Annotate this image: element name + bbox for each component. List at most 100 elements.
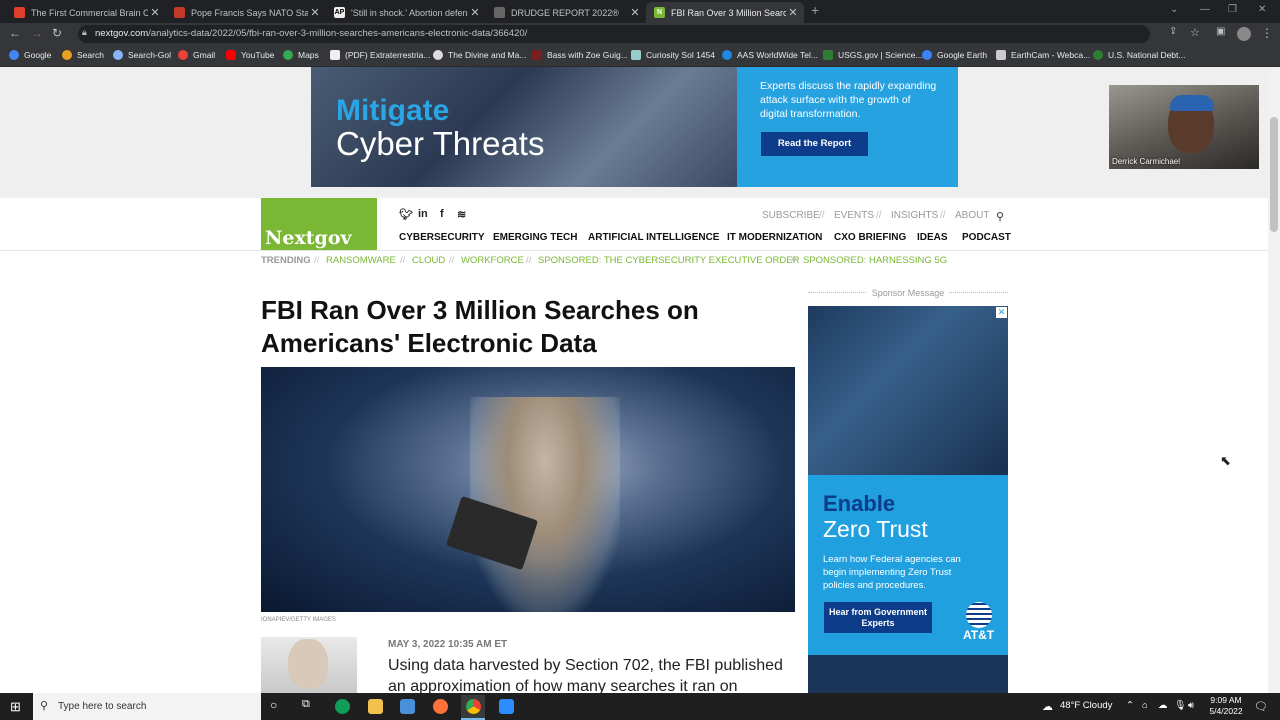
insights-link[interactable]: INSIGHTS [891,210,938,221]
ad-choices-icon[interactable]: ✕ [996,307,1007,318]
weather-text[interactable]: 48°F Cloudy [1060,700,1112,711]
rss-icon[interactable]: ≋ [457,208,466,221]
sponsor-footer [808,655,1008,693]
nav-cybersecurity[interactable]: CYBERSECURITY [399,232,485,243]
share-icon[interactable]: ⇪ [1169,26,1177,37]
google-icon [9,50,19,60]
trending-label: TRENDING [261,255,311,266]
read-report-button[interactable]: Read the Report [761,132,868,156]
bookmark-item[interactable]: Search-Gol [113,50,171,60]
tab-search-icon[interactable]: ⌄ [1170,4,1178,15]
system-clock[interactable]: 9:09 AM 5/4/2022 [1202,695,1250,717]
bookmark-item[interactable]: Bass with Zoe Guig... [532,50,628,60]
bookmark-item[interactable]: Search [62,50,104,60]
zoom-icon[interactable] [499,699,514,714]
search-icon [113,50,123,60]
hero-figure [470,397,620,612]
search-icon [62,50,72,60]
menu-icon[interactable]: ⋮ [1261,26,1273,40]
firefox-icon[interactable] [433,699,448,714]
browser-tab[interactable]: DRUDGE REPORT 2022® ✕ [486,2,646,23]
bookmark-item[interactable]: The Divine and Ma... [433,50,526,60]
nav-cxo-briefing[interactable]: CXO BRIEFING [834,232,906,243]
volume-icon[interactable]: 🔊︎ [1188,700,1194,711]
bookmark-item[interactable]: YouTube [226,50,274,60]
tray-chevron-icon[interactable]: ⌃ [1126,700,1134,711]
restore-icon[interactable]: ❐ [1228,4,1237,15]
lock-icon[interactable]: 🔒︎ [82,27,87,38]
trending-link[interactable]: CLOUD [412,255,445,266]
sponsor-label-text: Sponsor Message [866,288,950,298]
bookmark-item[interactable]: (PDF) Extraterrestria... [330,50,430,60]
nav-artificial-intelligence[interactable]: ARTIFICIAL INTELLIGENCE [588,232,719,243]
trending-link[interactable]: SPONSORED: THE CYBERSECURITY EXECUTIVE O… [538,255,799,266]
file-explorer-icon[interactable] [368,699,383,714]
bookmark-item[interactable]: U.S. National Debt... [1093,50,1185,60]
subscribe-link[interactable]: SUBSCRIBE [762,210,820,221]
bookmark-item[interactable]: Google Earth [922,50,987,60]
bookmark-star-icon[interactable]: ☆ [1190,26,1200,39]
new-tab-button[interactable]: + [811,2,819,18]
bookmark-item[interactable]: Gmail [178,50,215,60]
minimize-icon[interactable]: — [1200,4,1210,15]
trending-link[interactable]: SPONSORED: HARNESSING 5G [803,255,947,266]
bookmark-item[interactable]: AAS WorldWide Tel... [722,50,818,60]
taskbar-search-input[interactable]: Type here to search [33,693,261,720]
reload-icon[interactable]: ↻ [52,26,62,40]
microphone-icon[interactable]: 🎙︎ [1174,700,1186,711]
sponsor-image[interactable] [808,306,1008,475]
sponsor-headline: Enable [823,491,896,516]
onedrive-icon[interactable]: ☁ [1158,700,1168,711]
scrollbar-thumb[interactable] [1270,117,1278,232]
bookmark-item[interactable]: Curiosity Sol 1454 [631,50,715,60]
events-link[interactable]: EVENTS [834,210,874,221]
cortana-icon[interactable]: ○ [270,698,277,712]
bookmark-item[interactable]: USGS.gov | Science... [823,50,922,60]
close-window-icon[interactable]: ✕ [1258,4,1266,15]
edge-icon[interactable] [335,699,350,714]
task-view-icon[interactable]: ⧉ [302,698,310,711]
browser-tab-active[interactable]: NFBI Ran Over 3 Million Searches✕ [646,2,804,23]
side-panel-icon[interactable]: ▣ [1216,26,1225,37]
forward-icon[interactable]: → [31,26,43,40]
windows-start-icon[interactable]: ⊞ [10,699,21,715]
browser-tab[interactable]: The First Commercial Brain Comp✕ [6,2,166,23]
bookmark-item[interactable]: EarthCam - Webca... [996,50,1090,60]
network-icon[interactable]: ⌂ [1142,700,1148,711]
browser-tab[interactable]: Pope Francis Says NATO Started✕ [166,2,326,23]
twitter-icon[interactable]: 🐦︎ [399,208,413,221]
maps-icon [283,50,293,60]
browser-tab[interactable]: AP 'Still in shock.' Abortion defende ✕ [326,2,486,23]
close-tab-icon[interactable]: ✕ [628,6,642,19]
search-icon[interactable]: ⚲ [996,210,1004,223]
linkedin-icon[interactable]: in [418,208,428,220]
site-favicon-icon [494,7,505,18]
facebook-icon[interactable]: f [440,208,444,220]
back-icon[interactable]: ← [9,26,21,40]
url-text[interactable]: nextgov.com/analytics-data/2022/05/fbi-r… [95,28,527,39]
search-icon: ⚲ [40,700,49,712]
close-tab-icon[interactable]: ✕ [308,6,322,19]
close-tab-icon[interactable]: ✕ [786,6,800,19]
usgs-icon [823,50,833,60]
nav-divider [0,250,1268,251]
about-link[interactable]: ABOUT [955,210,989,221]
trending-link[interactable]: WORKFORCE [461,255,524,266]
bookmark-item[interactable]: Maps [283,50,319,60]
store-icon[interactable] [400,699,415,714]
image-icon [631,50,641,60]
profile-avatar[interactable] [1237,27,1251,41]
notifications-icon[interactable]: 🗨︎ [1254,700,1268,713]
nav-ideas[interactable]: IDEAS [917,232,948,243]
att-brand: AT&T [963,628,995,642]
bookmark-item[interactable]: Google [9,50,51,60]
close-tab-icon[interactable]: ✕ [468,6,482,19]
nav-emerging-tech[interactable]: EMERGING TECH [493,232,577,243]
nav-podcast[interactable]: PODCAST [962,232,1011,243]
hear-experts-button[interactable]: Hear from Government Experts [824,602,932,633]
close-tab-icon[interactable]: ✕ [148,6,162,19]
trending-link[interactable]: RANSOMWARE [326,255,396,266]
nav-it-modernization[interactable]: IT MODERNIZATION [727,232,822,243]
mouse-cursor-icon: ⬉ [1220,453,1231,468]
att-globe-icon [966,602,992,628]
